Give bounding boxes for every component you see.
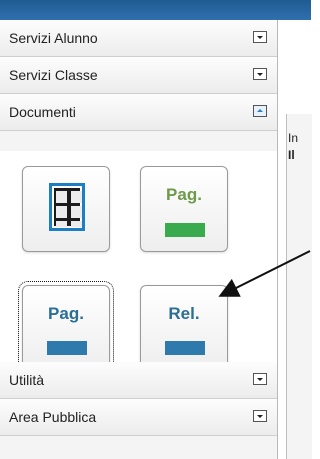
tile-label: Rel.	[168, 304, 200, 323]
document-tile-rel[interactable]: Rel.	[140, 285, 228, 371]
section-utilita[interactable]: Utilità	[0, 362, 277, 399]
section-servizi-classe[interactable]: Servizi Classe	[0, 57, 277, 94]
blue-bar-icon	[165, 341, 205, 355]
document-grid-icon	[49, 183, 85, 231]
content-text-line: Il	[288, 148, 295, 162]
tile-label: Pag.	[48, 304, 84, 323]
expand-toggle-icon[interactable]	[253, 31, 267, 43]
section-label: Area Pubblica	[9, 409, 97, 425]
document-tile-grid[interactable]	[22, 166, 110, 252]
section-documenti[interactable]: Documenti	[0, 94, 277, 131]
top-header-bar	[0, 0, 311, 20]
section-label: Servizi Alunno	[9, 30, 98, 46]
blue-bar-icon	[47, 341, 87, 355]
section-area-pubblica[interactable]: Area Pubblica	[0, 399, 277, 436]
sidebar-menu: Servizi Alunno Servizi Classe Documenti	[0, 20, 278, 459]
documenti-panel: Pag. Pag. Rel.	[0, 151, 277, 375]
expand-toggle-icon[interactable]	[253, 373, 267, 385]
expand-toggle-icon[interactable]	[253, 68, 267, 80]
section-servizi-alunno[interactable]: Servizi Alunno	[0, 20, 277, 57]
document-tile-pag-green[interactable]: Pag.	[140, 166, 228, 252]
tile-label: Pag.	[166, 185, 202, 204]
document-tile-pag-blue[interactable]: Pag.	[18, 281, 114, 375]
section-label: Servizi Classe	[9, 67, 98, 83]
main-content-pane: In Il	[278, 20, 312, 459]
section-label: Documenti	[9, 104, 76, 120]
section-label: Utilità	[9, 372, 45, 388]
collapse-toggle-icon[interactable]	[253, 105, 267, 117]
expand-toggle-icon[interactable]	[253, 410, 267, 422]
content-box	[286, 114, 312, 459]
green-bar-icon	[165, 223, 205, 237]
content-text-line: In	[288, 131, 299, 145]
